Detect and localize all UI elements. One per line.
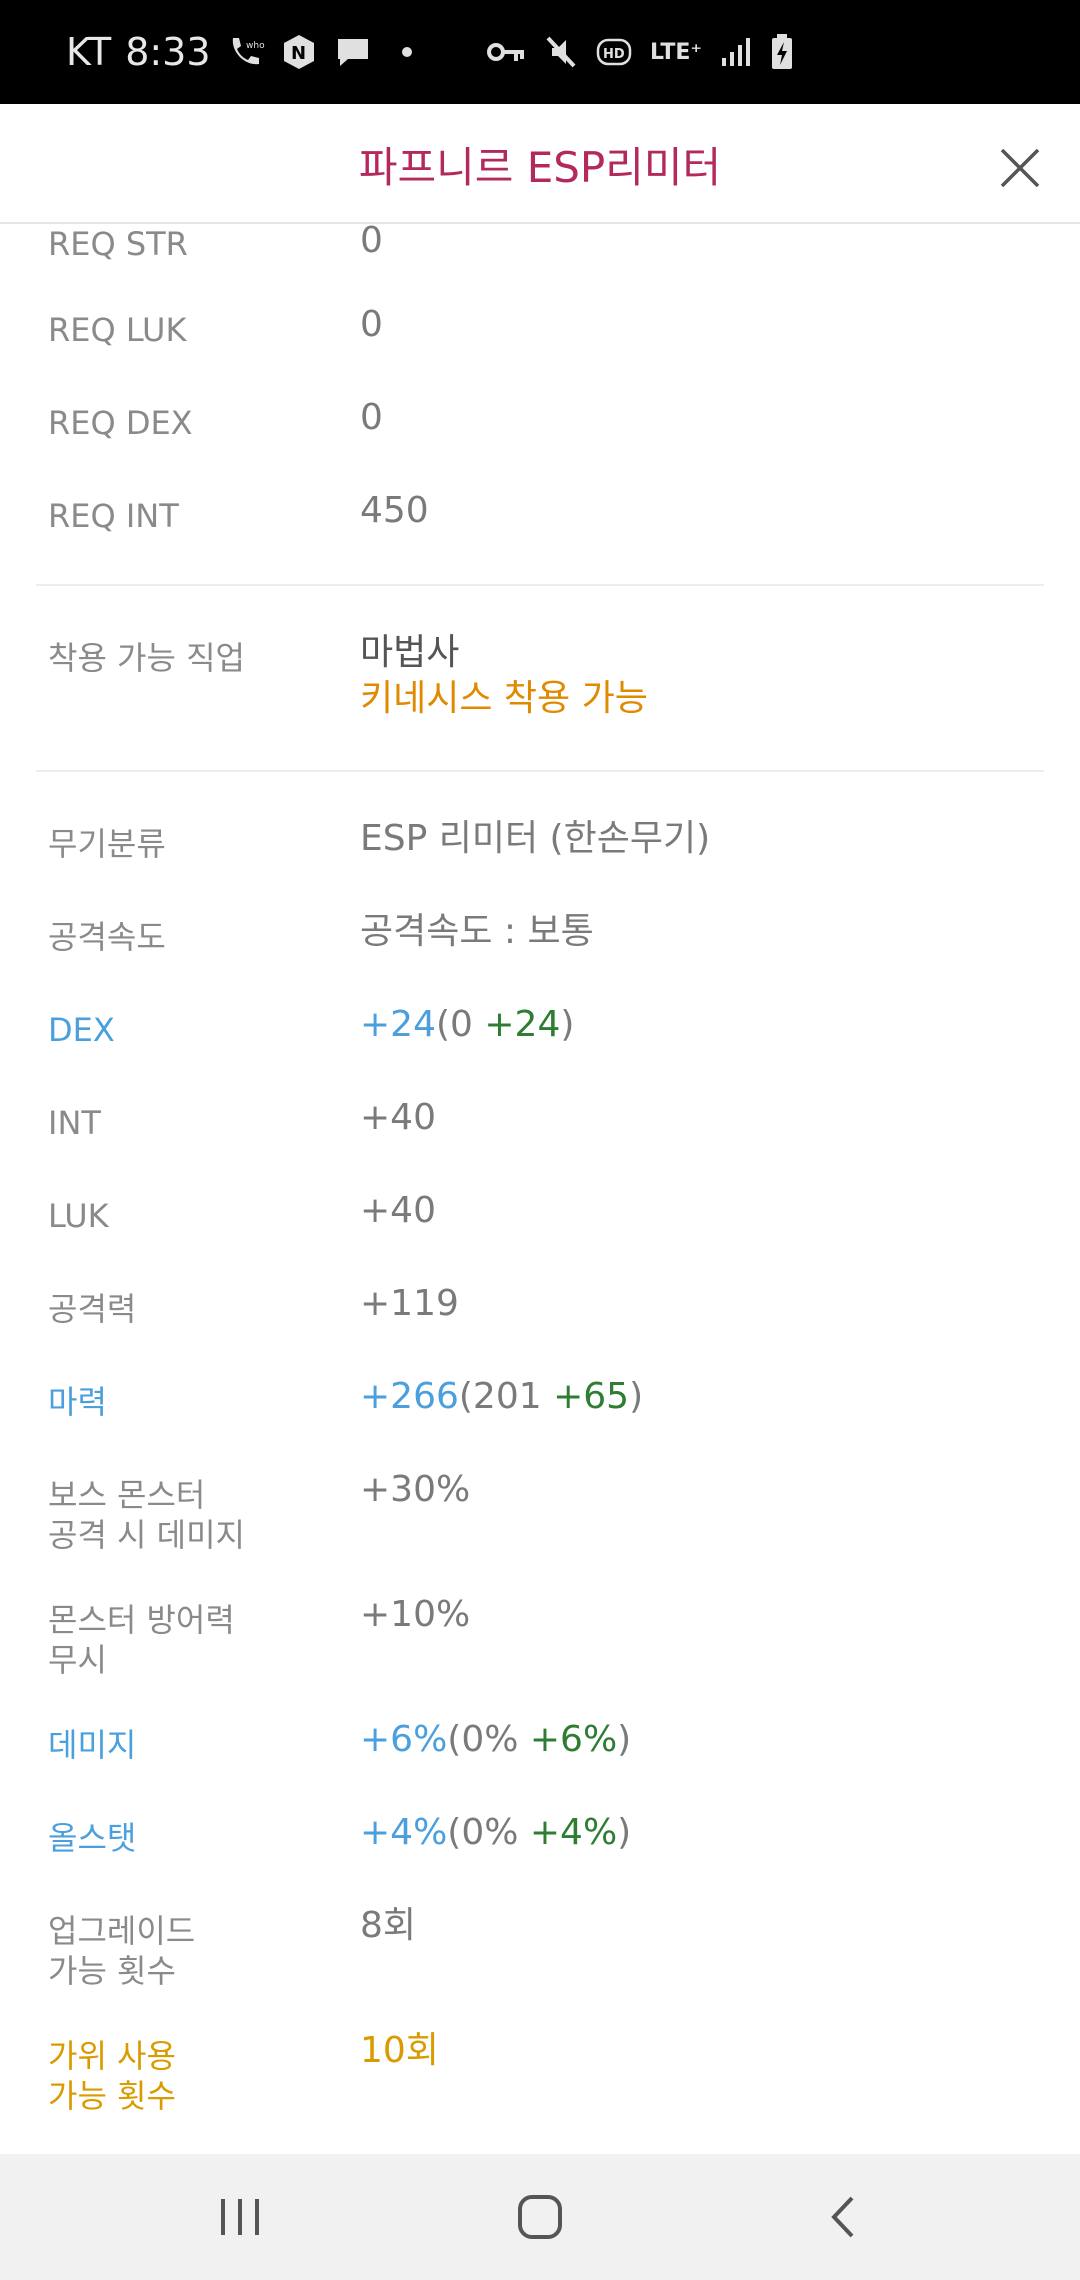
section-divider <box>36 770 1044 772</box>
stat-value: ESP 리미터 (한손무기) <box>360 818 711 859</box>
stat-label: LUK <box>48 1197 109 1235</box>
close-icon <box>1000 148 1040 188</box>
stat-bonus: +65 <box>553 1376 630 1417</box>
stat-label: 공격력 <box>48 1290 137 1328</box>
stat-label: DEX <box>48 1011 115 1049</box>
stat-value: +40 <box>360 1190 436 1231</box>
stat-value: +119 <box>360 1283 459 1324</box>
item-detail-scroll[interactable]: REQ STR 0 REQ LUK 0 REQ DEX 0 REQ INT 45… <box>0 224 1080 2154</box>
req-value: 0 <box>360 304 383 345</box>
job-value: 마법사 <box>360 632 460 673</box>
stat-bonus: +24 <box>484 1004 561 1045</box>
who-call-icon: who <box>225 32 265 72</box>
lte-plus-icon: LTE⁺ <box>650 39 703 65</box>
stat-label: INT <box>48 1104 101 1142</box>
stat-value: +30% <box>360 1469 471 1510</box>
stat-total: +4% <box>360 1812 448 1853</box>
stat-label-line2: 공격 시 데미지 <box>48 1516 245 1554</box>
req-label: REQ STR <box>48 225 188 263</box>
n-notification-icon: N <box>279 32 319 72</box>
recent-apps-icon <box>221 2199 259 2235</box>
signal-icon <box>720 32 752 72</box>
stat-label: 무기분류 <box>48 825 166 863</box>
stat-close: ) <box>629 1376 644 1417</box>
stat-base: (0% <box>447 1812 530 1853</box>
stat-value: +266(201 +65) <box>360 1374 643 1420</box>
stat-total: +24 <box>360 1004 436 1045</box>
stat-value: 10회 <box>360 2030 439 2071</box>
stat-label: 데미지 <box>48 1726 137 1764</box>
stat-label-line1: 업그레이드 <box>48 1912 196 1950</box>
back-icon <box>831 2196 854 2238</box>
chat-bubble-icon <box>333 32 373 72</box>
req-value: 450 <box>360 490 429 531</box>
stat-value: +10% <box>360 1594 471 1635</box>
req-label: REQ DEX <box>48 404 193 442</box>
stat-base: (201 <box>458 1376 554 1417</box>
stat-label: 마력 <box>48 1383 107 1421</box>
stat-label-line1: 몬스터 방어력 <box>48 1601 235 1639</box>
system-nav-bar <box>0 2154 1080 2280</box>
home-icon <box>518 2195 562 2239</box>
svg-text:who: who <box>246 41 265 51</box>
job-label: 착용 가능 직업 <box>48 639 245 677</box>
section-divider <box>36 584 1044 586</box>
stat-label-line2: 무시 <box>48 1641 107 1679</box>
req-value: 0 <box>360 397 383 438</box>
clock: 8:33 <box>125 30 211 74</box>
battery-charging-icon <box>770 32 794 72</box>
req-value: 0 <box>360 224 383 261</box>
close-button[interactable] <box>990 138 1050 198</box>
stat-label: 공격속도 <box>48 918 166 956</box>
stat-total: +6% <box>360 1719 448 1760</box>
dialog-header: 파프니르 ESP리미터 <box>0 104 1080 224</box>
dot-icon <box>387 32 427 72</box>
stat-value: +40 <box>360 1097 436 1138</box>
kinesis-note: 키네시스 착용 가능 <box>360 678 648 719</box>
vpn-key-icon <box>486 32 526 72</box>
stat-close: ) <box>617 1812 632 1853</box>
svg-text:HD: HD <box>603 47 625 62</box>
back-button[interactable] <box>804 2182 884 2252</box>
stat-label-line1: 보스 몬스터 <box>48 1476 206 1514</box>
stat-base: (0% <box>447 1719 530 1760</box>
stat-label-line2: 가능 횟수 <box>48 2077 176 2115</box>
req-label: REQ LUK <box>48 311 187 349</box>
stat-total: +266 <box>360 1376 459 1417</box>
stat-value: +4%(0% +4%) <box>360 1810 631 1856</box>
status-bar-left: KT 8:33 who N <box>66 0 427 104</box>
stat-label: 올스탯 <box>48 1819 137 1857</box>
hd-icon: HD <box>596 32 632 72</box>
stat-value: 공격속도 : 보통 <box>360 911 594 952</box>
recent-apps-button[interactable] <box>200 2182 280 2252</box>
stat-close: ) <box>560 1004 575 1045</box>
stat-value: +6%(0% +6%) <box>360 1717 631 1763</box>
item-title: 파프니르 ESP리미터 <box>358 142 722 192</box>
svg-text:N: N <box>291 43 306 64</box>
stat-close: ) <box>617 1719 632 1760</box>
stat-value: +24(0 +24) <box>360 1002 574 1048</box>
home-button[interactable] <box>500 2182 580 2252</box>
status-bar-right: HD LTE⁺ <box>486 0 794 104</box>
stat-value: 8회 <box>360 1905 417 1946</box>
stat-label-line2: 가능 횟수 <box>48 1952 176 1990</box>
stat-bonus: +4% <box>529 1812 618 1853</box>
status-bar: KT 8:33 who N HD LTE⁺ <box>0 0 1080 104</box>
mute-icon <box>544 32 578 72</box>
stat-label-line1: 가위 사용 <box>48 2037 176 2075</box>
carrier-label: KT <box>66 30 112 74</box>
stat-bonus: +6% <box>529 1719 618 1760</box>
stat-base: (0 <box>435 1004 485 1045</box>
req-label: REQ INT <box>48 497 179 535</box>
